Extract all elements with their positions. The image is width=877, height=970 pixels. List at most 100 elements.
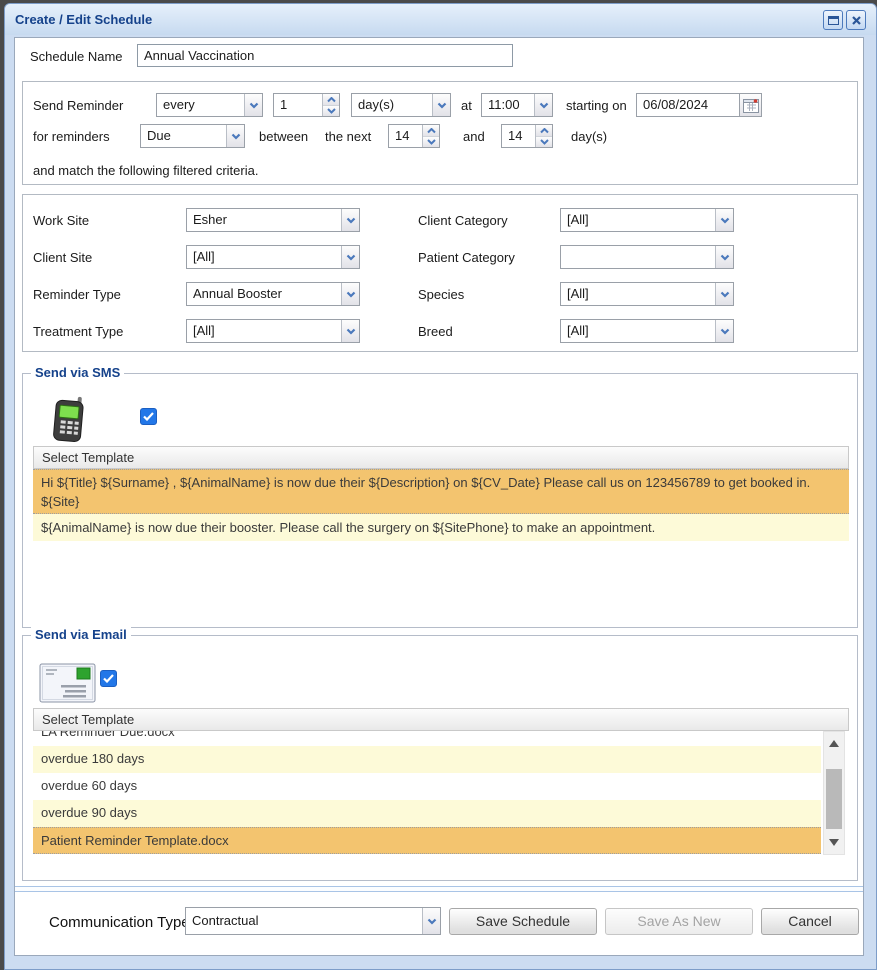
client-site-label: Client Site: [33, 250, 93, 265]
patient-category-label: Patient Category: [418, 250, 515, 265]
treatment-type-label: Treatment Type: [33, 324, 124, 339]
email-list-scrollbar[interactable]: [823, 731, 845, 855]
dropdown-trigger[interactable]: [341, 320, 359, 342]
mobile-phone-icon: [53, 396, 84, 443]
and-label: and: [463, 129, 485, 144]
stepper-down-button[interactable]: [323, 105, 339, 116]
interval-stepper[interactable]: 1: [273, 93, 340, 117]
communication-type-dropdown[interactable]: Contractual: [185, 907, 441, 935]
email-template-row[interactable]: Patient Reminder Template.docx: [33, 827, 821, 854]
chevron-up-icon: [326, 96, 336, 102]
species-label: Species: [418, 287, 465, 302]
check-icon: [143, 412, 154, 421]
email-template-header: Select Template: [33, 708, 849, 731]
footer-separator: [15, 886, 863, 892]
treatment-type-dropdown[interactable]: [All]: [186, 319, 360, 343]
starting-on-label: starting on: [566, 98, 627, 113]
work-site-dropdown[interactable]: Esher: [186, 208, 360, 232]
dropdown-trigger[interactable]: [341, 209, 359, 231]
criteria-note: and match the following filtered criteri…: [33, 163, 259, 178]
start-date-field[interactable]: 06/08/2024: [636, 93, 740, 117]
status-dropdown[interactable]: Due: [140, 124, 245, 148]
chevron-down-icon: [346, 217, 355, 224]
dropdown-trigger[interactable]: [341, 246, 359, 268]
reminder-type-dropdown[interactable]: Annual Booster: [186, 282, 360, 306]
scroll-down-icon[interactable]: [829, 839, 839, 846]
client-category-dropdown[interactable]: [All]: [560, 208, 734, 232]
window-from-stepper[interactable]: 14: [388, 124, 440, 148]
save-as-new-button: Save As New: [605, 908, 753, 935]
breed-dropdown[interactable]: [All]: [560, 319, 734, 343]
chevron-down-icon: [346, 328, 355, 335]
chevron-down-icon: [427, 918, 436, 925]
the-next-label: the next: [325, 129, 372, 144]
client-site-dropdown[interactable]: [All]: [186, 245, 360, 269]
client-category-label: Client Category: [418, 213, 508, 228]
dropdown-trigger[interactable]: [715, 209, 733, 231]
dropdown-trigger[interactable]: [534, 94, 552, 116]
sms-template-header: Select Template: [33, 446, 849, 469]
chevron-down-icon: [720, 217, 729, 224]
time-dropdown[interactable]: 11:00: [481, 93, 553, 117]
for-reminders-label: for reminders: [33, 129, 110, 144]
dropdown-trigger[interactable]: [226, 125, 244, 147]
dropdown-trigger[interactable]: [715, 283, 733, 305]
calendar-button[interactable]: [740, 93, 762, 117]
scroll-up-icon[interactable]: [829, 740, 839, 747]
chevron-down-icon: [539, 139, 549, 145]
sms-legend: Send via SMS: [31, 365, 125, 380]
email-template-row[interactable]: overdue 90 days: [33, 800, 821, 827]
work-site-label: Work Site: [33, 213, 90, 228]
cancel-button[interactable]: Cancel: [761, 908, 859, 935]
chevron-down-icon: [231, 133, 240, 140]
envelope-icon: [39, 663, 96, 703]
between-label: between: [259, 129, 309, 144]
sms-template-row[interactable]: Hi ${Title} ${Surname} , ${AnimalName} i…: [33, 469, 849, 514]
chevron-up-icon: [426, 127, 436, 133]
patient-category-dropdown[interactable]: [560, 245, 734, 269]
scrollbar-thumb[interactable]: [826, 769, 842, 829]
send-reminder-label: Send Reminder: [33, 98, 124, 113]
at-label: at: [461, 98, 472, 113]
calendar-icon: [742, 98, 759, 113]
reminder-settings-box: Send Reminder every 1 day(s) at 11:00 st…: [22, 81, 858, 185]
unit-dropdown[interactable]: day(s): [351, 93, 451, 117]
chevron-down-icon: [326, 108, 336, 114]
dropdown-trigger[interactable]: [341, 283, 359, 305]
email-template-row[interactable]: overdue 60 days: [33, 773, 821, 800]
reminder-type-label: Reminder Type: [33, 287, 121, 302]
stepper-up-button[interactable]: [323, 94, 339, 105]
save-schedule-button[interactable]: Save Schedule: [449, 908, 597, 935]
close-button[interactable]: [846, 10, 866, 30]
close-icon: [851, 15, 861, 25]
dropdown-trigger[interactable]: [715, 246, 733, 268]
check-icon: [103, 674, 114, 683]
email-template-row[interactable]: overdue 180 days: [33, 746, 821, 773]
dropdown-trigger[interactable]: [422, 908, 440, 934]
email-legend: Send via Email: [31, 627, 131, 642]
dropdown-trigger[interactable]: [432, 94, 450, 116]
window-to-stepper[interactable]: 14: [501, 124, 553, 148]
communication-type-label: Communication Type: [49, 914, 190, 931]
chevron-down-icon: [346, 291, 355, 298]
stepper-up-button[interactable]: [536, 125, 552, 136]
maximize-button[interactable]: [823, 10, 843, 30]
species-dropdown[interactable]: [All]: [560, 282, 734, 306]
schedule-name-input[interactable]: Annual Vaccination: [137, 44, 513, 67]
sms-template-row[interactable]: ${AnimalName} is now due their booster. …: [33, 514, 849, 541]
email-enabled-checkbox[interactable]: [100, 670, 117, 687]
stepper-down-button[interactable]: [536, 136, 552, 147]
stepper-up-button[interactable]: [423, 125, 439, 136]
chevron-down-icon: [720, 254, 729, 261]
dropdown-trigger[interactable]: [715, 320, 733, 342]
stepper-down-button[interactable]: [423, 136, 439, 147]
chevron-up-icon: [539, 127, 549, 133]
email-template-row[interactable]: LA Reminder Due.docx: [33, 731, 821, 746]
chevron-down-icon: [426, 139, 436, 145]
sms-enabled-checkbox[interactable]: [140, 408, 157, 425]
dialog-content: Schedule Name Annual Vaccination Send Re…: [14, 37, 864, 956]
dialog-title: Create / Edit Schedule: [15, 12, 153, 27]
maximize-icon: [827, 15, 839, 25]
dropdown-trigger[interactable]: [244, 94, 262, 116]
frequency-dropdown[interactable]: every: [156, 93, 263, 117]
